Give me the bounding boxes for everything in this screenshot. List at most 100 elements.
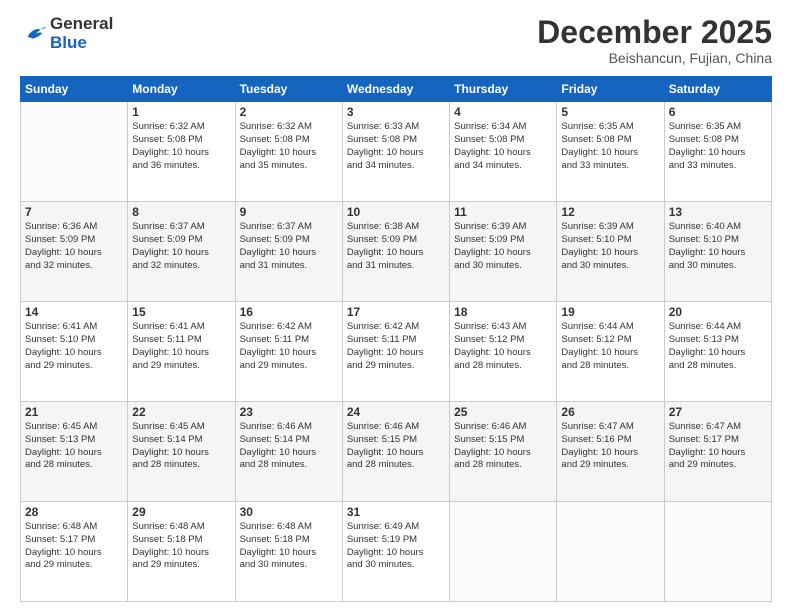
table-row: 4 Sunrise: 6:34 AM Sunset: 5:08 PM Daylig…: [450, 102, 557, 202]
day-number: 26: [561, 405, 659, 419]
table-row: 11 Sunrise: 6:39 AM Sunset: 5:09 PM Dayli…: [450, 202, 557, 302]
day-info: Sunrise: 6:48 AM Sunset: 5:18 PM Dayligh…: [240, 521, 338, 572]
calendar-table: Sunday Monday Tuesday Wednesday Thursday…: [20, 76, 772, 602]
day-number: 29: [132, 505, 230, 519]
table-row: 14 Sunrise: 6:41 AM Sunset: 5:10 PM Dayli…: [21, 302, 128, 402]
day-info: Sunrise: 6:35 AM Sunset: 5:08 PM Dayligh…: [669, 121, 767, 172]
table-row: 28Sunrise: 6:48 AM Sunset: 5:17 PM Dayli…: [21, 502, 128, 602]
logo-icon: [20, 20, 48, 48]
day-info: Sunrise: 6:38 AM Sunset: 5:09 PM Dayligh…: [347, 221, 445, 272]
day-info: Sunrise: 6:42 AM Sunset: 5:11 PM Dayligh…: [240, 321, 338, 372]
table-row: 8 Sunrise: 6:37 AM Sunset: 5:09 PM Daylig…: [128, 202, 235, 302]
day-info: Sunrise: 6:48 AM Sunset: 5:18 PM Dayligh…: [132, 521, 230, 572]
table-row: 18Sunrise: 6:43 AM Sunset: 5:12 PM Dayli…: [450, 302, 557, 402]
table-row: 10 Sunrise: 6:38 AM Sunset: 5:09 PM Dayli…: [342, 202, 449, 302]
day-info: Sunrise: 6:46 AM Sunset: 5:14 PM Dayligh…: [240, 421, 338, 472]
day-number: 5: [561, 105, 659, 119]
day-number: 25: [454, 405, 552, 419]
calendar-week-row: 7Sunrise: 6:36 AM Sunset: 5:09 PM Daylig…: [21, 202, 772, 302]
col-sunday: Sunday: [21, 77, 128, 102]
calendar-week-row: 14 Sunrise: 6:41 AM Sunset: 5:10 PM Dayli…: [21, 302, 772, 402]
day-info: Sunrise: 6:39 AM Sunset: 5:09 PM Dayligh…: [454, 221, 552, 272]
day-number: 10: [347, 205, 445, 219]
day-info: Sunrise: 6:41 AM Sunset: 5:11 PM Dayligh…: [132, 321, 230, 372]
table-row: 31 Sunrise: 6:49 AM Sunset: 5:19 PM Dayli…: [342, 502, 449, 602]
col-saturday: Saturday: [664, 77, 771, 102]
calendar-header-row: Sunday Monday Tuesday Wednesday Thursday…: [21, 77, 772, 102]
col-thursday: Thursday: [450, 77, 557, 102]
table-row: 1 Sunrise: 6:32 AM Sunset: 5:08 PM Daylig…: [128, 102, 235, 202]
day-number: 1: [132, 105, 230, 119]
day-number: 7: [25, 205, 123, 219]
day-number: 17: [347, 305, 445, 319]
table-row: 23 Sunrise: 6:46 AM Sunset: 5:14 PM Dayli…: [235, 402, 342, 502]
logo-line2: Blue: [50, 34, 113, 53]
day-info: Sunrise: 6:41 AM Sunset: 5:10 PM Dayligh…: [25, 321, 123, 372]
day-number: 16: [240, 305, 338, 319]
table-row: 17 Sunrise: 6:42 AM Sunset: 5:11 PM Dayli…: [342, 302, 449, 402]
day-number: 6: [669, 105, 767, 119]
table-row: 5Sunrise: 6:35 AM Sunset: 5:08 PM Daylig…: [557, 102, 664, 202]
table-row: 22 Sunrise: 6:45 AM Sunset: 5:14 PM Dayli…: [128, 402, 235, 502]
table-row: [664, 502, 771, 602]
day-info: Sunrise: 6:44 AM Sunset: 5:13 PM Dayligh…: [669, 321, 767, 372]
calendar-week-row: 21 Sunrise: 6:45 AM Sunset: 5:13 PM Dayli…: [21, 402, 772, 502]
table-row: 29 Sunrise: 6:48 AM Sunset: 5:18 PM Dayli…: [128, 502, 235, 602]
day-info: Sunrise: 6:33 AM Sunset: 5:08 PM Dayligh…: [347, 121, 445, 172]
table-row: 19 Sunrise: 6:44 AM Sunset: 5:12 PM Dayli…: [557, 302, 664, 402]
day-number: 27: [669, 405, 767, 419]
calendar-week-row: 1 Sunrise: 6:32 AM Sunset: 5:08 PM Daylig…: [21, 102, 772, 202]
day-number: 9: [240, 205, 338, 219]
table-row: 6 Sunrise: 6:35 AM Sunset: 5:08 PM Daylig…: [664, 102, 771, 202]
day-number: 22: [132, 405, 230, 419]
day-number: 21: [25, 405, 123, 419]
table-row: [557, 502, 664, 602]
day-number: 14: [25, 305, 123, 319]
day-info: Sunrise: 6:43 AM Sunset: 5:12 PM Dayligh…: [454, 321, 552, 372]
day-info: Sunrise: 6:40 AM Sunset: 5:10 PM Dayligh…: [669, 221, 767, 272]
day-info: Sunrise: 6:42 AM Sunset: 5:11 PM Dayligh…: [347, 321, 445, 372]
day-info: Sunrise: 6:32 AM Sunset: 5:08 PM Dayligh…: [240, 121, 338, 172]
day-number: 23: [240, 405, 338, 419]
page: General Blue December 2025 Beishancun, F…: [0, 0, 792, 612]
logo-text: General Blue: [50, 15, 113, 52]
day-number: 11: [454, 205, 552, 219]
day-number: 3: [347, 105, 445, 119]
day-number: 13: [669, 205, 767, 219]
day-info: Sunrise: 6:46 AM Sunset: 5:15 PM Dayligh…: [347, 421, 445, 472]
day-number: 20: [669, 305, 767, 319]
day-info: Sunrise: 6:37 AM Sunset: 5:09 PM Dayligh…: [240, 221, 338, 272]
col-friday: Friday: [557, 77, 664, 102]
table-row: 30 Sunrise: 6:48 AM Sunset: 5:18 PM Dayli…: [235, 502, 342, 602]
day-number: 30: [240, 505, 338, 519]
col-wednesday: Wednesday: [342, 77, 449, 102]
day-number: 8: [132, 205, 230, 219]
day-info: Sunrise: 6:44 AM Sunset: 5:12 PM Dayligh…: [561, 321, 659, 372]
table-row: 12 Sunrise: 6:39 AM Sunset: 5:10 PM Dayli…: [557, 202, 664, 302]
day-number: 28: [25, 505, 123, 519]
table-row: 20 Sunrise: 6:44 AM Sunset: 5:13 PM Dayli…: [664, 302, 771, 402]
day-info: Sunrise: 6:32 AM Sunset: 5:08 PM Dayligh…: [132, 121, 230, 172]
table-row: 25 Sunrise: 6:46 AM Sunset: 5:15 PM Dayli…: [450, 402, 557, 502]
day-info: Sunrise: 6:39 AM Sunset: 5:10 PM Dayligh…: [561, 221, 659, 272]
day-info: Sunrise: 6:45 AM Sunset: 5:13 PM Dayligh…: [25, 421, 123, 472]
day-info: Sunrise: 6:46 AM Sunset: 5:15 PM Dayligh…: [454, 421, 552, 472]
day-info: Sunrise: 6:45 AM Sunset: 5:14 PM Dayligh…: [132, 421, 230, 472]
day-number: 4: [454, 105, 552, 119]
table-row: 9 Sunrise: 6:37 AM Sunset: 5:09 PM Daylig…: [235, 202, 342, 302]
day-number: 31: [347, 505, 445, 519]
day-number: 19: [561, 305, 659, 319]
day-info: Sunrise: 6:34 AM Sunset: 5:08 PM Dayligh…: [454, 121, 552, 172]
title-block: December 2025 Beishancun, Fujian, China: [537, 15, 772, 66]
table-row: 21 Sunrise: 6:45 AM Sunset: 5:13 PM Dayli…: [21, 402, 128, 502]
day-info: Sunrise: 6:37 AM Sunset: 5:09 PM Dayligh…: [132, 221, 230, 272]
day-info: Sunrise: 6:49 AM Sunset: 5:19 PM Dayligh…: [347, 521, 445, 572]
day-number: 24: [347, 405, 445, 419]
calendar-week-row: 28Sunrise: 6:48 AM Sunset: 5:17 PM Dayli…: [21, 502, 772, 602]
table-row: 26 Sunrise: 6:47 AM Sunset: 5:16 PM Dayli…: [557, 402, 664, 502]
day-number: 12: [561, 205, 659, 219]
day-info: Sunrise: 6:47 AM Sunset: 5:17 PM Dayligh…: [669, 421, 767, 472]
day-info: Sunrise: 6:47 AM Sunset: 5:16 PM Dayligh…: [561, 421, 659, 472]
day-number: 2: [240, 105, 338, 119]
table-row: 15Sunrise: 6:41 AM Sunset: 5:11 PM Dayli…: [128, 302, 235, 402]
